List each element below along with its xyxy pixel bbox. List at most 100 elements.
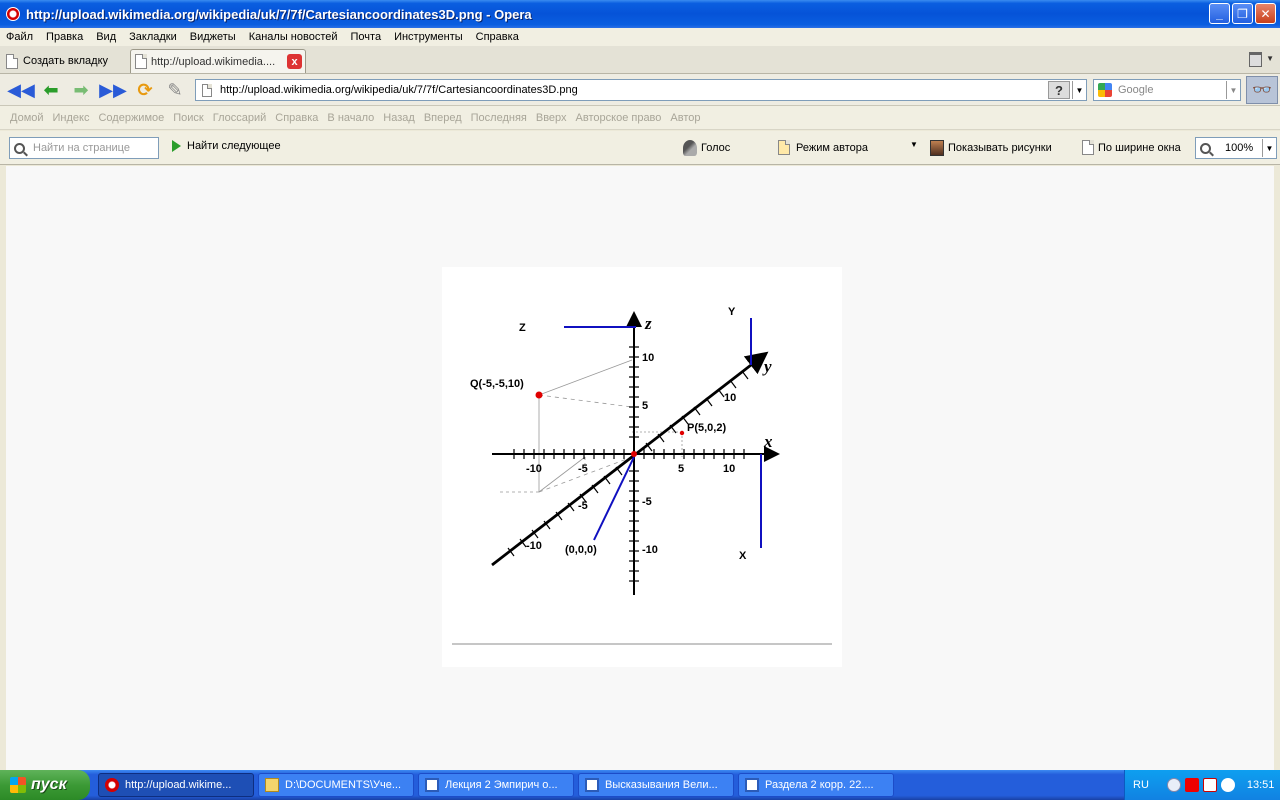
menu-tools[interactable]: Инструменты	[394, 31, 463, 43]
link-index[interactable]: Индекс	[53, 112, 90, 124]
search-input[interactable]: Google ▼	[1093, 79, 1241, 101]
zoom-value: 100%	[1225, 142, 1254, 154]
search-placeholder: Google	[1118, 84, 1154, 96]
rewind-icon[interactable]: ◀◀	[7, 78, 35, 102]
new-tab-label: Создать вкладку	[23, 55, 109, 67]
taskbar-item-opera[interactable]: http://upload.wikime...	[98, 773, 254, 797]
link-last[interactable]: Последняя	[471, 112, 527, 124]
x-tick-neg10: -10	[526, 463, 542, 475]
google-icon	[1098, 83, 1112, 97]
chevron-down-icon[interactable]: ▼	[1266, 54, 1274, 63]
window-titlebar[interactable]: http://upload.wikimedia.org/wikipedia/uk…	[0, 0, 1280, 28]
tab-label: http://upload.wikimedia....	[151, 55, 276, 68]
k-tray-icon[interactable]	[1202, 778, 1217, 792]
link-home[interactable]: Домой	[10, 112, 44, 124]
point-q-label: Q(-5,-5,10)	[470, 378, 524, 390]
link-up[interactable]: Вверх	[536, 112, 567, 124]
opera-icon	[6, 7, 20, 21]
voice-button[interactable]: Голос	[683, 140, 730, 156]
fit-width-button[interactable]: По ширине окна	[1082, 140, 1181, 155]
trash-icon[interactable]	[1249, 52, 1262, 67]
edit-pen-icon[interactable]: ✎	[162, 78, 188, 102]
taskbar-item-folder[interactable]: D:\DOCUMENTS\Уче...	[258, 773, 414, 797]
menu-feeds[interactable]: Каналы новостей	[249, 31, 338, 43]
fast-forward-icon[interactable]: ▶▶	[99, 78, 127, 102]
link-contents[interactable]: Содержимое	[98, 112, 164, 124]
chevron-down-icon[interactable]: ▼	[910, 140, 918, 149]
z-tick-5: 5	[642, 400, 648, 412]
zoom-icon	[1200, 142, 1211, 154]
address-field[interactable]: http://upload.wikimedia.org/wikipedia/uk…	[195, 79, 1087, 101]
author-mode-button[interactable]: Режим автора	[778, 140, 868, 155]
tab-close-icon[interactable]: x	[287, 54, 302, 69]
search-icon	[14, 142, 25, 154]
opera-tray-icon[interactable]	[1184, 778, 1199, 792]
y-axis	[491, 351, 769, 567]
back-arrow-icon[interactable]: ⬅	[38, 78, 64, 102]
word-document-icon	[585, 778, 599, 792]
origin-marker	[631, 451, 637, 457]
menu-bookmarks[interactable]: Закладки	[129, 31, 177, 43]
chevron-left-icon[interactable]	[1166, 778, 1181, 792]
taskbar-item-word-3[interactable]: Раздела 2 корр. 22....	[738, 773, 894, 797]
new-tab-button[interactable]: Создать вкладку	[6, 50, 108, 72]
close-button[interactable]: ✕	[1255, 3, 1276, 24]
page-icon	[135, 54, 147, 69]
task-label: D:\DOCUMENTS\Уче...	[285, 779, 402, 791]
page-viewport[interactable]: z y x Z Y X Q(-5,-5,10) P(5,0,2) (0,0,0)…	[0, 166, 1280, 770]
z-tick-neg10: -10	[642, 544, 658, 556]
fit-width-label: По ширине окна	[1098, 141, 1181, 154]
taskbar-item-word-1[interactable]: Лекция 2 Эмпирич о...	[418, 773, 574, 797]
glasses-icon[interactable]: 👓	[1246, 76, 1278, 104]
reload-icon[interactable]: ⟳	[132, 78, 158, 102]
help-button[interactable]: ?	[1048, 81, 1070, 99]
link-author[interactable]: Автор	[670, 112, 700, 124]
page-icon	[6, 53, 18, 69]
zoom-select[interactable]: 100% ▼	[1195, 137, 1277, 159]
language-indicator[interactable]: RU	[1133, 779, 1149, 791]
chevron-down-icon[interactable]: ▼	[1262, 139, 1276, 157]
link-forward[interactable]: Вперед	[424, 112, 462, 124]
show-images-button[interactable]: Показывать рисунки	[930, 140, 1052, 156]
forward-arrow-icon[interactable]: ➡	[68, 78, 94, 102]
y-tick-neg10: -10	[526, 540, 542, 552]
find-in-page-input[interactable]: Найти на странице	[9, 137, 159, 159]
point-p-marker	[679, 430, 685, 436]
taskbar-item-word-2[interactable]: Высказывания Вели...	[578, 773, 734, 797]
minimize-button[interactable]: _	[1209, 3, 1230, 24]
chevron-down-icon[interactable]: ▼	[1072, 81, 1086, 99]
link-search[interactable]: Поиск	[173, 112, 203, 124]
start-button[interactable]: пуск	[0, 770, 90, 800]
find-toolbar: Найти на странице Найти следующее Голос …	[0, 131, 1280, 165]
task-label: http://upload.wikime...	[125, 779, 232, 791]
menu-file[interactable]: Файл	[6, 31, 33, 43]
tab-active[interactable]: http://upload.wikimedia.... x	[130, 49, 306, 73]
link-back[interactable]: Назад	[383, 112, 415, 124]
menu-edit[interactable]: Правка	[46, 31, 83, 43]
folder-icon	[265, 778, 279, 792]
x-tick-10: 10	[723, 463, 735, 475]
link-copyright[interactable]: Авторское право	[576, 112, 662, 124]
chevron-down-icon[interactable]: ▼	[1226, 81, 1240, 99]
menu-mail[interactable]: Почта	[351, 31, 382, 43]
menu-help[interactable]: Справка	[476, 31, 519, 43]
y-tick-neg5: -5	[578, 500, 588, 512]
voice-label: Голос	[701, 142, 731, 154]
maximize-button[interactable]: ❐	[1232, 3, 1253, 24]
task-label: Раздела 2 корр. 22....	[765, 779, 874, 791]
link-help[interactable]: Справка	[275, 112, 318, 124]
address-toolbar: ◀◀ ⬅ ➡ ▶▶ ⟳ ✎ http://upload.wikimedia.or…	[0, 74, 1280, 106]
axis-label-z: z	[644, 314, 652, 333]
axis-label-y: y	[762, 357, 772, 376]
menu-widgets[interactable]: Виджеты	[190, 31, 236, 43]
start-label: пуск	[31, 776, 67, 793]
yandex-tray-icon[interactable]	[1220, 778, 1235, 792]
menu-view[interactable]: Вид	[96, 31, 116, 43]
page-icon	[1082, 140, 1094, 155]
coordinate-figure: z y x Z Y X Q(-5,-5,10) P(5,0,2) (0,0,0)…	[452, 306, 832, 645]
link-top[interactable]: В начало	[327, 112, 374, 124]
find-next-button[interactable]: Найти следующее	[172, 140, 281, 152]
x-tick-5: 5	[678, 463, 684, 475]
word-document-icon	[425, 778, 439, 792]
link-glossary[interactable]: Глоссарий	[213, 112, 267, 124]
